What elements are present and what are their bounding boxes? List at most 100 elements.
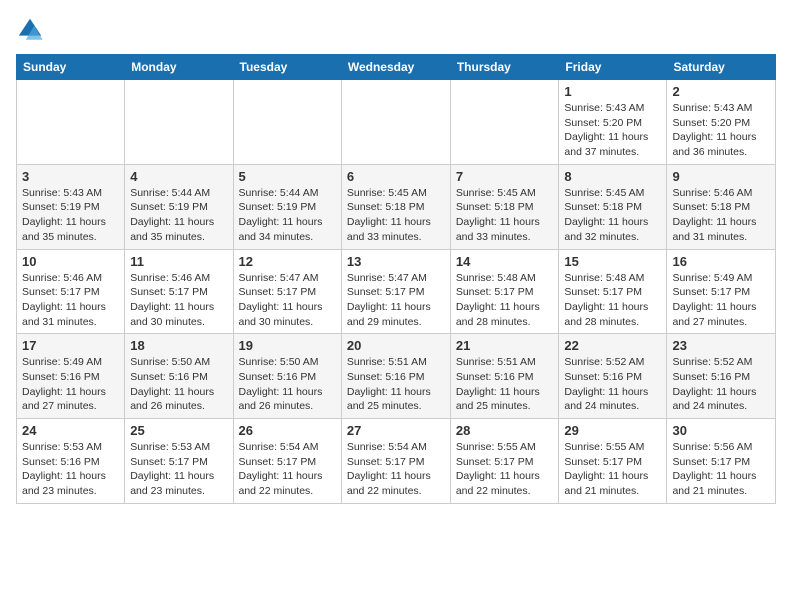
calendar-cell: 24 Sunrise: 5:53 AM Sunset: 5:16 PM Dayli… — [17, 419, 125, 504]
calendar-cell: 16 Sunrise: 5:49 AM Sunset: 5:17 PM Dayli… — [667, 249, 776, 334]
header — [16, 16, 776, 44]
day-number: 5 — [239, 169, 336, 184]
day-number: 26 — [239, 423, 336, 438]
weekday-header-friday: Friday — [559, 55, 667, 80]
calendar-cell: 29 Sunrise: 5:55 AM Sunset: 5:17 PM Dayli… — [559, 419, 667, 504]
day-info: Sunrise: 5:45 AM Sunset: 5:18 PM Dayligh… — [347, 186, 445, 245]
calendar-cell — [17, 80, 125, 165]
calendar-cell: 23Sunrise: 5:52 AM Sunset: 5:16 PM Dayli… — [667, 334, 776, 419]
calendar-cell — [125, 80, 233, 165]
calendar-cell: 10Sunrise: 5:46 AM Sunset: 5:17 PM Dayli… — [17, 249, 125, 334]
day-info: Sunrise: 5:43 AM Sunset: 5:19 PM Dayligh… — [22, 186, 119, 245]
week-row-4: 24 Sunrise: 5:53 AM Sunset: 5:16 PM Dayli… — [17, 419, 776, 504]
day-number: 6 — [347, 169, 445, 184]
weekday-header-monday: Monday — [125, 55, 233, 80]
day-info: Sunrise: 5:54 AM Sunset: 5:17 PM Dayligh… — [239, 440, 336, 499]
day-info: Sunrise: 5:55 AM Sunset: 5:17 PM Dayligh… — [564, 440, 661, 499]
calendar-cell: 5Sunrise: 5:44 AM Sunset: 5:19 PM Daylig… — [233, 164, 341, 249]
day-number: 21 — [456, 338, 554, 353]
calendar-cell: 22 Sunrise: 5:52 AM Sunset: 5:16 PM Dayli… — [559, 334, 667, 419]
calendar-cell: 2 Sunrise: 5:43 AM Sunset: 5:20 PM Daylig… — [667, 80, 776, 165]
weekday-header-saturday: Saturday — [667, 55, 776, 80]
day-number: 7 — [456, 169, 554, 184]
day-number: 12 — [239, 254, 336, 269]
day-info: Sunrise: 5:46 AM Sunset: 5:18 PM Dayligh… — [672, 186, 770, 245]
calendar-header: SundayMondayTuesdayWednesdayThursdayFrid… — [17, 55, 776, 80]
week-row-0: 1 Sunrise: 5:43 AM Sunset: 5:20 PM Daylig… — [17, 80, 776, 165]
day-info: Sunrise: 5:56 AM Sunset: 5:17 PM Dayligh… — [672, 440, 770, 499]
day-number: 28 — [456, 423, 554, 438]
calendar-cell: 14 Sunrise: 5:48 AM Sunset: 5:17 PM Dayli… — [450, 249, 559, 334]
day-info: Sunrise: 5:52 AM Sunset: 5:16 PM Dayligh… — [564, 355, 661, 414]
calendar-cell: 18Sunrise: 5:50 AM Sunset: 5:16 PM Dayli… — [125, 334, 233, 419]
day-info: Sunrise: 5:49 AM Sunset: 5:16 PM Dayligh… — [22, 355, 119, 414]
week-row-1: 3 Sunrise: 5:43 AM Sunset: 5:19 PM Daylig… — [17, 164, 776, 249]
calendar-cell: 9 Sunrise: 5:46 AM Sunset: 5:18 PM Daylig… — [667, 164, 776, 249]
weekday-header-row: SundayMondayTuesdayWednesdayThursdayFrid… — [17, 55, 776, 80]
day-info: Sunrise: 5:48 AM Sunset: 5:17 PM Dayligh… — [456, 271, 554, 330]
day-info: Sunrise: 5:47 AM Sunset: 5:17 PM Dayligh… — [239, 271, 336, 330]
day-number: 14 — [456, 254, 554, 269]
calendar-cell: 4 Sunrise: 5:44 AM Sunset: 5:19 PM Daylig… — [125, 164, 233, 249]
day-info: Sunrise: 5:53 AM Sunset: 5:17 PM Dayligh… — [130, 440, 227, 499]
page: SundayMondayTuesdayWednesdayThursdayFrid… — [0, 0, 792, 514]
day-info: Sunrise: 5:51 AM Sunset: 5:16 PM Dayligh… — [456, 355, 554, 414]
day-info: Sunrise: 5:53 AM Sunset: 5:16 PM Dayligh… — [22, 440, 119, 499]
calendar-cell — [233, 80, 341, 165]
day-info: Sunrise: 5:45 AM Sunset: 5:18 PM Dayligh… — [564, 186, 661, 245]
day-number: 15 — [564, 254, 661, 269]
day-number: 16 — [672, 254, 770, 269]
day-info: Sunrise: 5:46 AM Sunset: 5:17 PM Dayligh… — [130, 271, 227, 330]
day-info: Sunrise: 5:47 AM Sunset: 5:17 PM Dayligh… — [347, 271, 445, 330]
day-number: 25 — [130, 423, 227, 438]
weekday-header-sunday: Sunday — [17, 55, 125, 80]
day-info: Sunrise: 5:44 AM Sunset: 5:19 PM Dayligh… — [130, 186, 227, 245]
day-number: 20 — [347, 338, 445, 353]
day-number: 19 — [239, 338, 336, 353]
calendar-cell: 7 Sunrise: 5:45 AM Sunset: 5:18 PM Daylig… — [450, 164, 559, 249]
calendar-cell: 3 Sunrise: 5:43 AM Sunset: 5:19 PM Daylig… — [17, 164, 125, 249]
day-number: 3 — [22, 169, 119, 184]
day-info: Sunrise: 5:45 AM Sunset: 5:18 PM Dayligh… — [456, 186, 554, 245]
calendar-cell: 21 Sunrise: 5:51 AM Sunset: 5:16 PM Dayli… — [450, 334, 559, 419]
calendar-cell: 13 Sunrise: 5:47 AM Sunset: 5:17 PM Dayli… — [341, 249, 450, 334]
calendar-cell: 15 Sunrise: 5:48 AM Sunset: 5:17 PM Dayli… — [559, 249, 667, 334]
day-info: Sunrise: 5:48 AM Sunset: 5:17 PM Dayligh… — [564, 271, 661, 330]
day-number: 30 — [672, 423, 770, 438]
calendar-cell — [450, 80, 559, 165]
day-number: 9 — [672, 169, 770, 184]
day-number: 27 — [347, 423, 445, 438]
calendar-cell: 28 Sunrise: 5:55 AM Sunset: 5:17 PM Dayli… — [450, 419, 559, 504]
calendar-cell: 8Sunrise: 5:45 AM Sunset: 5:18 PM Daylig… — [559, 164, 667, 249]
day-info: Sunrise: 5:49 AM Sunset: 5:17 PM Dayligh… — [672, 271, 770, 330]
day-info: Sunrise: 5:54 AM Sunset: 5:17 PM Dayligh… — [347, 440, 445, 499]
day-number: 13 — [347, 254, 445, 269]
logo-icon — [16, 16, 44, 44]
calendar-cell: 20 Sunrise: 5:51 AM Sunset: 5:16 PM Dayli… — [341, 334, 450, 419]
day-number: 2 — [672, 84, 770, 99]
weekday-header-tuesday: Tuesday — [233, 55, 341, 80]
day-number: 24 — [22, 423, 119, 438]
weekday-header-thursday: Thursday — [450, 55, 559, 80]
calendar-cell — [341, 80, 450, 165]
day-number: 29 — [564, 423, 661, 438]
day-info: Sunrise: 5:51 AM Sunset: 5:16 PM Dayligh… — [347, 355, 445, 414]
calendar-table: SundayMondayTuesdayWednesdayThursdayFrid… — [16, 54, 776, 504]
logo — [16, 16, 48, 44]
day-number: 1 — [564, 84, 661, 99]
calendar-cell: 1 Sunrise: 5:43 AM Sunset: 5:20 PM Daylig… — [559, 80, 667, 165]
calendar-cell: 17Sunrise: 5:49 AM Sunset: 5:16 PM Dayli… — [17, 334, 125, 419]
day-info: Sunrise: 5:43 AM Sunset: 5:20 PM Dayligh… — [564, 101, 661, 160]
day-info: Sunrise: 5:43 AM Sunset: 5:20 PM Dayligh… — [672, 101, 770, 160]
day-info: Sunrise: 5:46 AM Sunset: 5:17 PM Dayligh… — [22, 271, 119, 330]
calendar-cell: 30 Sunrise: 5:56 AM Sunset: 5:17 PM Dayli… — [667, 419, 776, 504]
day-number: 4 — [130, 169, 227, 184]
week-row-2: 10Sunrise: 5:46 AM Sunset: 5:17 PM Dayli… — [17, 249, 776, 334]
calendar-cell: 6 Sunrise: 5:45 AM Sunset: 5:18 PM Daylig… — [341, 164, 450, 249]
day-info: Sunrise: 5:52 AM Sunset: 5:16 PM Dayligh… — [672, 355, 770, 414]
day-info: Sunrise: 5:55 AM Sunset: 5:17 PM Dayligh… — [456, 440, 554, 499]
calendar-body: 1 Sunrise: 5:43 AM Sunset: 5:20 PM Daylig… — [17, 80, 776, 504]
day-number: 22 — [564, 338, 661, 353]
calendar-cell: 26 Sunrise: 5:54 AM Sunset: 5:17 PM Dayli… — [233, 419, 341, 504]
calendar-cell: 12 Sunrise: 5:47 AM Sunset: 5:17 PM Dayli… — [233, 249, 341, 334]
